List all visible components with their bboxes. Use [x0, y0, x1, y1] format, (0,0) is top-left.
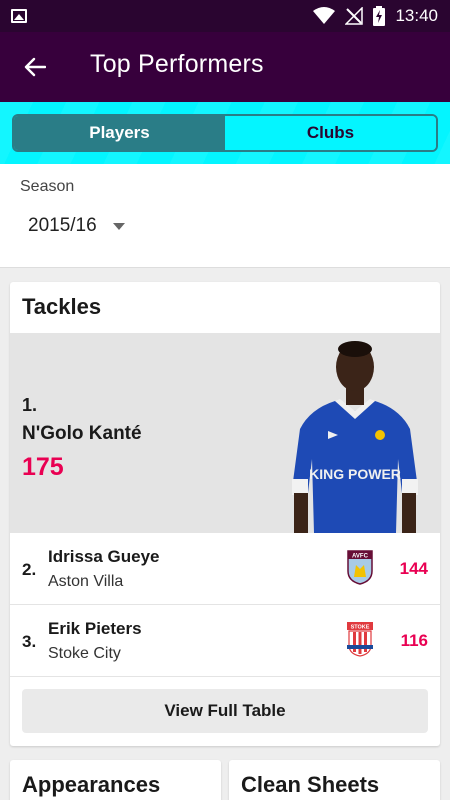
tab-clubs[interactable]: Clubs: [225, 116, 436, 150]
leader-rank: 1.: [22, 395, 38, 415]
season-dropdown[interactable]: 2015/16: [18, 208, 125, 244]
row-rank: 2.: [22, 560, 37, 579]
row-rank: 3.: [22, 632, 37, 651]
card-title: Appearances: [22, 772, 161, 797]
row-player-name: Idrissa Gueye: [48, 547, 160, 566]
leader-value: 175: [22, 453, 64, 481]
crest-text: AVFC: [352, 554, 369, 560]
tackles-card: Tackles 1. N'Golo Kanté 175 KING POWER 2…: [10, 282, 440, 746]
toggle-strip: Players Clubs: [0, 102, 450, 164]
status-bar: 13:40: [0, 0, 450, 32]
battery-charging-icon: [373, 6, 386, 26]
players-clubs-toggle: Players Clubs: [12, 114, 438, 152]
dropdown-caret-icon: [112, 222, 125, 230]
no-signal-icon: [345, 7, 364, 25]
season-label: Season: [20, 178, 75, 195]
row-club-name: Stoke City: [48, 645, 121, 662]
row-value: 144: [399, 559, 428, 578]
table-row[interactable]: 2. Idrissa Gueye Aston Villa AVFC 144: [10, 533, 440, 605]
view-full-table-button[interactable]: View Full Table: [22, 689, 428, 733]
leader-panel[interactable]: 1. N'Golo Kanté 175 KING POWER: [10, 333, 440, 533]
row-value: 116: [400, 631, 428, 650]
club-crest-icon: STOKE: [347, 622, 373, 657]
wifi-icon: [313, 7, 336, 24]
appearances-card[interactable]: Appearances: [10, 760, 221, 800]
season-section: Season 2015/16: [0, 164, 450, 268]
row-player-name: Erik Pieters: [48, 619, 142, 638]
tab-players[interactable]: Players: [14, 116, 225, 150]
app-bar: Top Performers: [0, 32, 450, 102]
page-title: Top Performers: [90, 50, 264, 78]
row-club-name: Aston Villa: [48, 573, 124, 590]
leader-name: N'Golo Kanté: [22, 423, 142, 444]
clean-sheets-card[interactable]: Clean Sheets: [229, 760, 440, 800]
club-crest-icon: AVFC: [347, 550, 373, 585]
season-value: 2015/16: [28, 215, 97, 236]
table-row[interactable]: 3. Erik Pieters Stoke City STOKE 116: [10, 605, 440, 677]
clock-time: 13:40: [395, 6, 438, 25]
image-icon: [11, 9, 27, 23]
card-title: Clean Sheets: [241, 772, 380, 797]
arrow-left-icon: [24, 57, 46, 77]
card-title: Tackles: [22, 294, 102, 319]
back-button[interactable]: [14, 46, 56, 88]
crest-text: STOKE: [351, 625, 370, 631]
player-photo: KING POWER: [292, 341, 418, 533]
shirt-sponsor-text: KING POWER: [309, 466, 401, 482]
